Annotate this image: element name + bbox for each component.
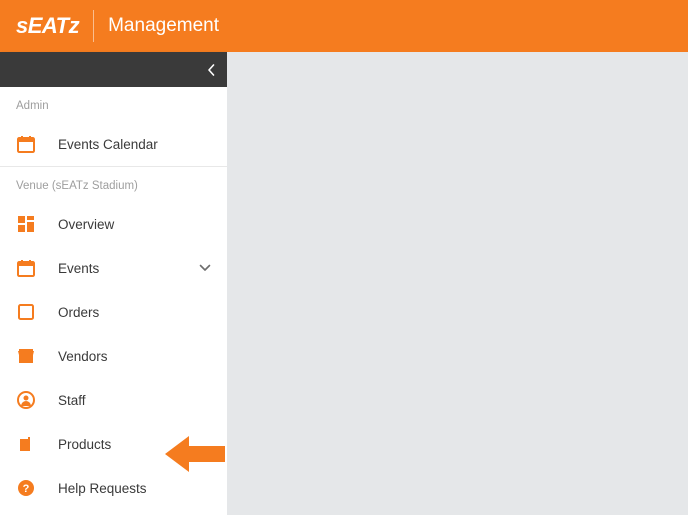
sidebar-item-events[interactable]: Events xyxy=(0,246,227,290)
products-icon xyxy=(16,434,36,454)
sidebar-item-events-calendar[interactable]: Events Calendar xyxy=(0,122,227,166)
page-title: Management xyxy=(108,15,219,37)
sidebar-item-orders[interactable]: Orders xyxy=(0,290,227,334)
sidebar: Admin Events Calendar Venue (sEATz Stadi… xyxy=(0,52,227,515)
sidebar-item-vendors[interactable]: Vendors xyxy=(0,334,227,378)
svg-text:?: ? xyxy=(23,483,30,495)
sidebar-item-label: Staff xyxy=(58,393,86,408)
sidebar-collapse-button[interactable] xyxy=(0,52,227,87)
chevron-left-icon xyxy=(207,64,215,76)
sidebar-item-label: Events Calendar xyxy=(58,137,158,152)
main-content xyxy=(227,52,688,515)
logo[interactable]: sEATz xyxy=(0,0,93,52)
app-header: sEATz Management xyxy=(0,0,688,52)
sidebar-item-staff[interactable]: Staff xyxy=(0,378,227,422)
sidebar-item-label: Vendors xyxy=(58,349,108,364)
calendar-icon xyxy=(16,134,36,154)
store-icon xyxy=(16,346,36,366)
sidebar-item-overview[interactable]: Overview xyxy=(0,202,227,246)
sidebar-section-label-admin: Admin xyxy=(0,87,227,122)
sidebar-item-label: Overview xyxy=(58,217,114,232)
sidebar-item-label: Events xyxy=(58,261,99,276)
sidebar-item-label: Orders xyxy=(58,305,99,320)
calendar-icon xyxy=(16,258,36,278)
dashboard-icon xyxy=(16,214,36,234)
sidebar-item-label: Products xyxy=(58,437,111,452)
staff-icon xyxy=(16,390,36,410)
help-icon: ? xyxy=(16,478,36,498)
logo-text: sEATz xyxy=(16,13,79,39)
sidebar-item-label: Help Requests xyxy=(58,481,147,496)
orders-icon xyxy=(16,302,36,322)
sidebar-item-help-requests[interactable]: ? Help Requests xyxy=(0,466,227,510)
header-divider xyxy=(93,10,94,42)
sidebar-section-label-venue: Venue (sEATz Stadium) xyxy=(0,167,227,202)
chevron-down-icon xyxy=(199,264,211,272)
sidebar-item-products[interactable]: Products xyxy=(0,422,227,466)
